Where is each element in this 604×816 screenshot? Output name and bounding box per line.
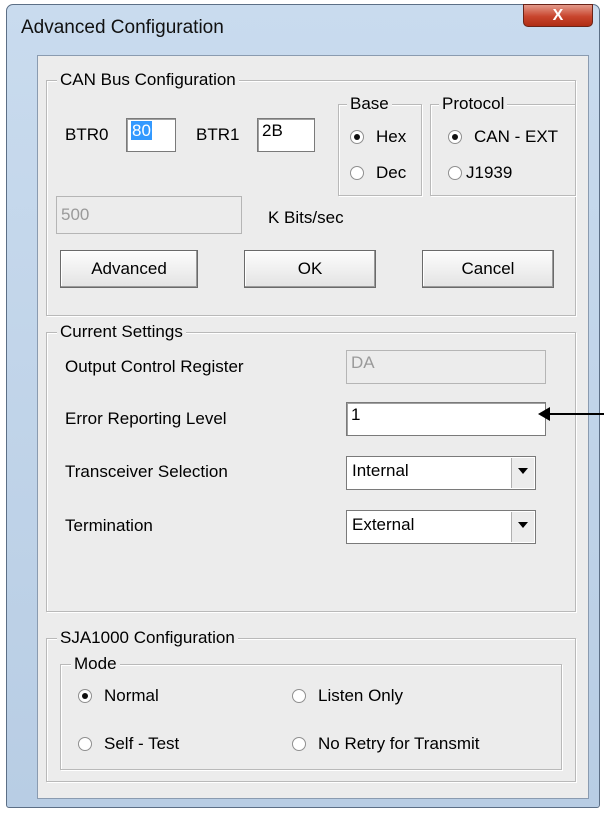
chevron-down-icon[interactable] [511,458,534,488]
termination-select[interactable]: External [346,510,536,544]
protocol-can-ext-label: CAN - EXT [474,127,559,146]
cancel-button[interactable]: Cancel [422,250,554,288]
bitrate-field: 500 [56,196,242,234]
output-control-field: DA [346,350,546,384]
dialog-window: Advanced Configuration X CAN Bus Configu… [6,4,600,808]
termination-value: External [352,515,415,534]
mode-listen-only-label: Listen Only [318,686,404,705]
base-dec-label: Dec [376,163,407,182]
protocol-j1939-radio[interactable] [448,166,462,180]
error-reporting-label: Error Reporting Level [65,409,227,428]
mode-legend: Mode [71,654,120,674]
btr1-input[interactable]: 2B [257,118,315,152]
arrowhead-icon [538,407,550,421]
btr1-label: BTR1 [196,125,240,144]
base-hex-label: Hex [376,127,407,146]
mode-self-test-radio[interactable] [78,737,92,751]
base-hex-radio[interactable] [350,130,364,144]
can-bus-legend: CAN Bus Configuration [57,70,239,90]
current-settings-legend: Current Settings [57,322,186,342]
transceiver-value: Internal [352,461,409,480]
protocol-j1939-label: J1939 [466,163,513,182]
sja1000-legend: SJA1000 Configuration [57,628,238,648]
base-legend: Base [347,94,392,114]
transceiver-select[interactable]: Internal [346,456,536,490]
transceiver-label: Transceiver Selection [65,462,228,481]
ok-button[interactable]: OK [244,250,376,288]
termination-label: Termination [65,516,153,535]
chevron-down-icon[interactable] [511,512,534,542]
mode-no-retry-label: No Retry for Transmit [318,734,480,753]
protocol-legend: Protocol [439,94,508,114]
mode-group: Mode [60,654,562,770]
protocol-can-ext-radio[interactable] [448,130,462,144]
mode-normal-radio[interactable] [78,689,92,703]
mode-listen-only-radio[interactable] [292,689,306,703]
bitrate-unit-label: K Bits/sec [268,208,344,227]
base-dec-radio[interactable] [350,166,364,180]
error-reporting-input[interactable]: 1 [346,402,546,436]
mode-no-retry-radio[interactable] [292,737,306,751]
window-title: Advanced Configuration [21,17,224,38]
btr0-label: BTR0 [65,125,109,144]
btr0-input[interactable]: 80 [126,118,176,152]
mode-self-test-label: Self - Test [104,734,180,753]
advanced-button[interactable]: Advanced [60,250,198,288]
close-button[interactable]: X [523,4,593,27]
dialog-client-area: CAN Bus Configuration BTR0 80 BTR1 2B Ba… [37,55,589,799]
left-arrow-icon [548,413,604,415]
mode-normal-label: Normal [104,686,159,705]
output-control-label: Output Control Register [65,357,244,376]
